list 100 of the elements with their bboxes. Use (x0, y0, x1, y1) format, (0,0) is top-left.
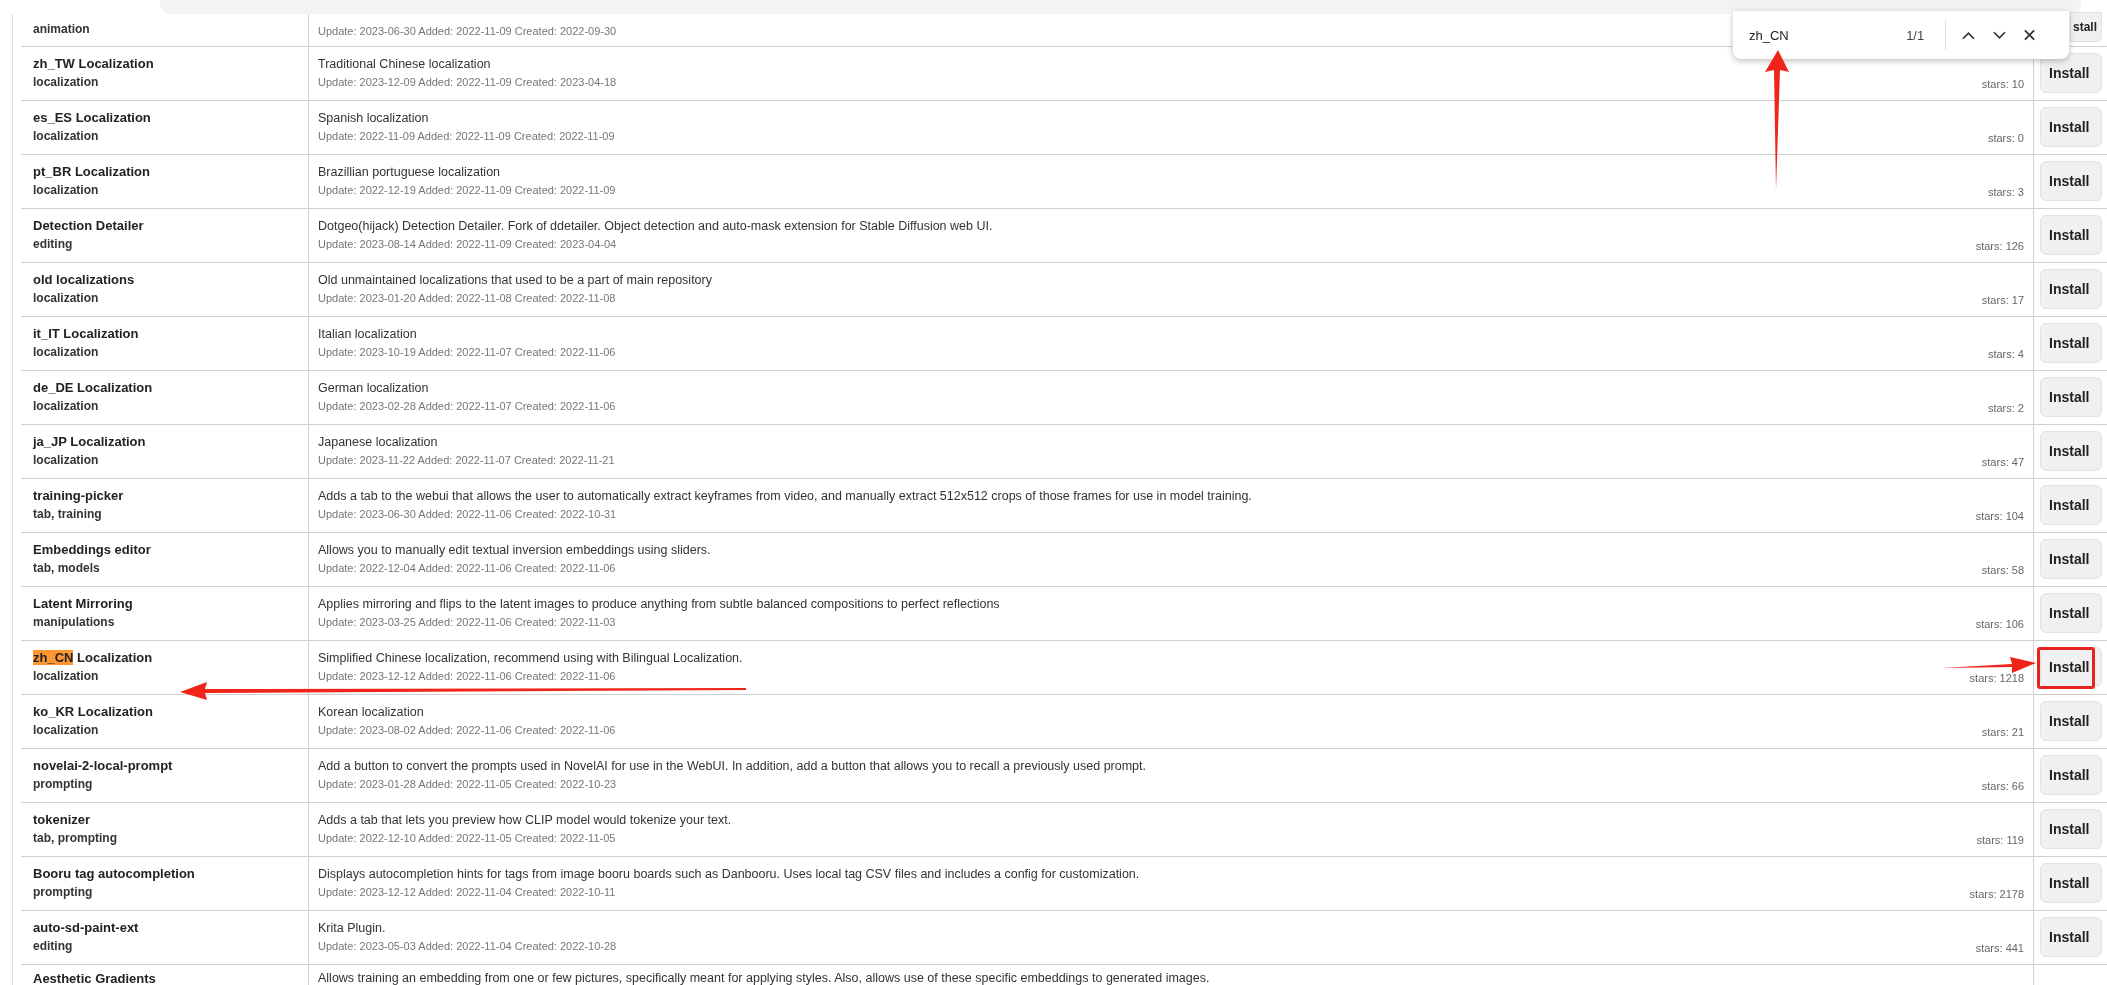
extension-category: localization (33, 182, 100, 199)
extension-category: localization (33, 398, 100, 415)
extension-dates: Update: 2023-08-02 Added: 2022-11-06 Created: 2022-11-06 (318, 723, 616, 738)
extension-description: Simplified Chinese localization, recommend using with Bilingual Localization. (318, 650, 743, 667)
extension-category: localization (33, 290, 100, 307)
extension-dates: Update: 2023-11-22 Added: 2022-11-07 Created: 2022-11-21 (318, 453, 615, 468)
extension-name: de_DE Localization (33, 380, 153, 395)
extension-name: tokenizer (33, 812, 91, 827)
install-button[interactable]: Install (2040, 539, 2102, 579)
extension-category: prompting (33, 776, 94, 793)
star-count: stars: 4 (1987, 347, 2024, 361)
extension-dates: Update: 2022-12-10 Added: 2022-11-05 Created: 2022-11-05 (318, 831, 616, 846)
chevron-down-icon[interactable] (1992, 30, 2006, 40)
chevron-up-icon[interactable] (1962, 30, 1975, 40)
extension-dates: Update: 2022-11-09 Added: 2022-11-09 Created: 2022-11-09 (318, 129, 615, 144)
extension-dates: Update: 2023-06-30 Added: 2022-11-09 Created: 2022-09-30 (318, 23, 617, 39)
extension-description: German localization (318, 380, 429, 397)
extension-name: it_IT Localization (33, 326, 139, 341)
star-count: stars: 104 (1975, 509, 2024, 523)
extension-category: localization (33, 668, 100, 685)
extension-category: editing (33, 938, 74, 955)
install-button[interactable]: Install (2040, 485, 2102, 525)
install-button[interactable]: Install (2040, 809, 2102, 849)
extension-category: localization (33, 74, 100, 91)
find-input[interactable]: zh_CN (1749, 27, 1907, 43)
extension-name: training-picker (33, 488, 124, 503)
star-count: stars: 1218 (1969, 671, 2024, 685)
star-count: stars: 3 (1987, 185, 2024, 199)
extension-name: auto-sd-paint-ext (33, 920, 139, 935)
extension-name: Booru tag autocompletion (33, 866, 195, 881)
install-button[interactable]: Install (2040, 161, 2102, 201)
extension-description: Old unmaintained localizations that used to be a part of main repository (318, 272, 712, 289)
extension-dates: Update: 2023-05-03 Added: 2022-11-04 Created: 2022-10-28 (318, 939, 617, 954)
extension-description: Displays autocompletion hints for tags from image booru boards such as Danbooru. Uses local tag CSV files and includes a config for customization. (318, 866, 1140, 883)
star-count: stars: 17 (1981, 293, 2024, 307)
install-button[interactable]: Install (2040, 323, 2102, 363)
close-icon[interactable] (2023, 29, 2035, 41)
extension-name: Latent Mirroring (33, 596, 133, 611)
extension-name: Detection Detailer (33, 218, 144, 233)
star-count: stars: 106 (1975, 617, 2024, 631)
star-count: stars: 2178 (1969, 887, 2024, 901)
install-button[interactable]: Install (2040, 107, 2102, 147)
install-button[interactable]: Install (2040, 755, 2102, 795)
extension-name: zh_TW Localization (33, 56, 154, 71)
extension-category: localization (33, 128, 100, 145)
extension-dates: Update: 2023-01-20 Added: 2022-11-08 Created: 2022-11-08 (318, 291, 616, 306)
extension-description: Dotgeo(hijack) Detection Detailer. Fork of ddetailer. Object detection and auto-mask extension for Stable Diffusion web UI. (318, 218, 993, 235)
extension-category: manipulations (33, 614, 116, 631)
install-button[interactable]: Install (2040, 431, 2102, 471)
extension-description: Brazillian portuguese localization (318, 164, 501, 181)
install-button[interactable]: Install (2040, 863, 2102, 903)
install-button[interactable]: Install (2040, 53, 2102, 93)
extension-category: tab, training (33, 506, 103, 523)
search-highlight: zh_CN (33, 650, 74, 665)
extension-description: Spanish localization (318, 110, 429, 127)
extension-description: Traditional Chinese localization (318, 56, 491, 73)
extension-name: pt_BR Localization (33, 164, 150, 179)
star-count: stars: 441 (1975, 941, 2024, 955)
extension-description: Italian localization (318, 326, 417, 343)
match-count: 1/1 (1906, 27, 1926, 43)
extension-dates: Update: 2022-12-19 Added: 2022-11-09 Created: 2022-11-09 (318, 183, 616, 198)
extension-category: localization (33, 722, 100, 739)
extension-description: Allows training an embedding from one or few pictures, specifically meant for applying styles. Also, allows use of these specific embeddings to generated images. (318, 969, 1210, 985)
extension-description: Adds a tab to the webui that allows the user to automatically extract keyframes from video, and manually extract 512x512 crops of those frames for use in model training. (318, 488, 1252, 505)
extension-dates: Update: 2022-12-04 Added: 2022-11-06 Created: 2022-11-06 (318, 561, 616, 576)
star-count: stars: 2 (1987, 401, 2024, 415)
extension-category: editing (33, 236, 74, 253)
install-button[interactable]: stall (2070, 11, 2102, 42)
extension-category: localization (33, 344, 100, 361)
extension-description: Japanese localization (318, 434, 438, 451)
extension-category: tab, prompting (33, 830, 118, 847)
extension-name: novelai-2-local-prompt (33, 758, 173, 773)
extension-description: Adds a tab that lets you preview how CLIP model would tokenize your text. (318, 812, 732, 829)
extension-description: Add a button to convert the prompts used in NovelAI for use in the WebUI. In addition, add a button that allows you to recall a previously used prompt. (318, 758, 1147, 775)
extension-dates: Update: 2023-02-28 Added: 2022-11-07 Created: 2022-11-06 (318, 399, 616, 414)
install-button[interactable]: Install (2040, 215, 2102, 255)
extension-description: Krita Plugin. (318, 920, 386, 937)
star-count: stars: 47 (1981, 455, 2024, 469)
extension-dates: Update: 2023-03-25 Added: 2022-11-06 Created: 2022-11-03 (318, 615, 616, 630)
install-button[interactable]: Install (2040, 269, 2102, 309)
extension-description: Korean localization (318, 704, 424, 721)
star-count: stars: 10 (1981, 77, 2024, 91)
extension-name: ko_KR Localization (33, 704, 153, 719)
extension-dates: Update: 2023-12-09 Added: 2022-11-09 Created: 2023-04-18 (318, 75, 617, 90)
extension-name: Localization (77, 650, 153, 665)
extension-category: prompting (33, 884, 94, 901)
extension-name: Aesthetic Gradients (33, 970, 156, 985)
extension-dates: Update: 2023-01-28 Added: 2022-11-05 Created: 2022-10-23 (318, 777, 617, 792)
extension-description: Applies mirroring and flips to the latent images to produce anything from subtle balanced compositions to perfect reflections (318, 596, 1000, 613)
extension-name: old localizations (33, 272, 135, 287)
install-button[interactable]: Install (2040, 701, 2102, 741)
star-count: stars: 126 (1975, 239, 2024, 253)
star-count: stars: 66 (1981, 779, 2024, 793)
extension-name: es_ES Localization (33, 110, 151, 125)
extension-dates: Update: 2023-08-14 Added: 2022-11-09 Created: 2023-04-04 (318, 237, 617, 252)
install-button[interactable]: Install (2040, 917, 2102, 957)
star-count: stars: 119 (1976, 833, 2024, 847)
extension-category: localization (33, 452, 100, 469)
install-button[interactable]: Install (2040, 593, 2102, 633)
install-button[interactable]: Install (2040, 377, 2102, 417)
